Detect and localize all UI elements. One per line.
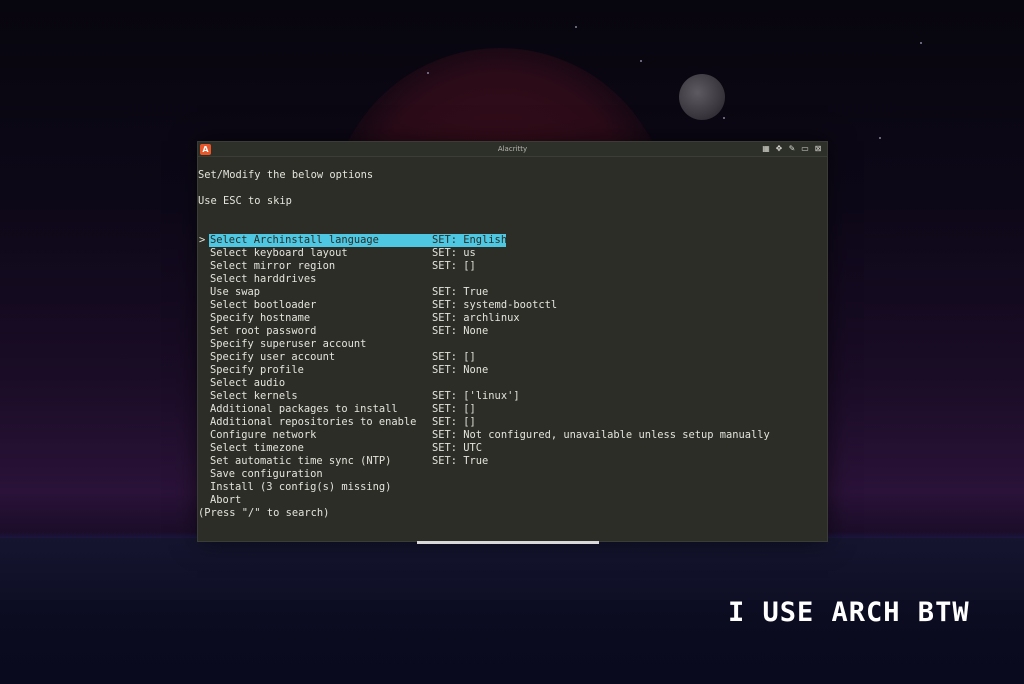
- menu-item[interactable]: Select bootloader SET: systemd-bootctl: [198, 299, 827, 312]
- menu-item[interactable]: Select keyboard layout SET: us: [198, 247, 827, 260]
- menu-item-value: SET: []: [432, 260, 476, 272]
- tile-icon[interactable]: ▦: [761, 144, 771, 154]
- menu-item[interactable]: > Select Archinstall language SET: English: [198, 234, 827, 247]
- menu-item-label: Set automatic time sync (NTP): [210, 455, 392, 467]
- menu-item-label: Select keyboard layout: [210, 247, 348, 259]
- menu-item-value: SET: us: [432, 247, 476, 259]
- menu-item-label: Configure network: [210, 429, 317, 441]
- star: [920, 42, 922, 44]
- star: [427, 72, 429, 74]
- menu-item-value: SET: None: [432, 364, 489, 376]
- menu-item-label: Abort: [210, 494, 242, 506]
- horizontal-scrollbar[interactable]: [417, 541, 599, 544]
- menu-item[interactable]: Abort: [198, 494, 827, 507]
- menu-item-value: SET: None: [432, 325, 489, 337]
- window-title: Alacritty: [497, 145, 528, 153]
- menu-item-label: Select bootloader: [210, 299, 317, 311]
- terminal-content[interactable]: Set/Modify the below options Use ESC to …: [198, 158, 827, 542]
- menu-item-value: SET: archlinux: [432, 312, 520, 324]
- star: [723, 117, 725, 119]
- menu-item[interactable]: Select timezone SET: UTC: [198, 442, 827, 455]
- selection-cursor: >: [199, 234, 206, 246]
- menu-item-value: SET: True: [432, 286, 489, 298]
- menu-item-value: SET: UTC: [432, 442, 483, 454]
- menu-item[interactable]: Specify profile SET: None: [198, 364, 827, 377]
- menu-item[interactable]: Specify superuser account: [198, 338, 827, 351]
- menu-item[interactable]: Additional packages to install SET: []: [198, 403, 827, 416]
- menu-item-label: Install (3 config(s) missing): [210, 481, 392, 493]
- menu-item[interactable]: Select harddrives: [198, 273, 827, 286]
- window-titlebar[interactable]: A Alacritty ▦ ✥ ✎ ▭ ⊠: [198, 142, 827, 157]
- menu-item-value: SET: []: [432, 403, 476, 415]
- menu-item-value: SET: []: [432, 351, 476, 363]
- menu-item-value: SET: English: [432, 234, 508, 246]
- menu-item-label: Select Archinstall language: [210, 234, 379, 246]
- menu-item[interactable]: Install (3 config(s) missing): [198, 481, 827, 494]
- menu-item-value: SET: ['linux']: [432, 390, 520, 402]
- menu-item-label: Specify profile: [210, 364, 304, 376]
- pin-icon[interactable]: ✎: [787, 144, 797, 154]
- star: [879, 137, 881, 139]
- menu-item-label: Use swap: [210, 286, 261, 298]
- menu-item[interactable]: Select mirror region SET: []: [198, 260, 827, 273]
- menu-item[interactable]: Configure network SET: Not configured, un…: [198, 429, 827, 442]
- menu-item-label: Additional packages to install: [210, 403, 398, 415]
- maximize-icon[interactable]: ▭: [800, 144, 810, 154]
- close-icon[interactable]: ⊠: [813, 144, 823, 154]
- menu-item[interactable]: Select audio: [198, 377, 827, 390]
- move-icon[interactable]: ✥: [774, 144, 784, 154]
- header-line: Set/Modify the below options: [198, 169, 374, 181]
- menu-item-value: SET: True: [432, 455, 489, 467]
- wallpaper-tagline: I USE ARCH BTW: [728, 597, 970, 628]
- menu-item-value: SET: Not configured, unavailable unless …: [432, 429, 770, 441]
- star: [575, 26, 577, 28]
- moon: [679, 74, 725, 120]
- menu-item-label: Specify superuser account: [210, 338, 367, 350]
- menu-item[interactable]: Use swap SET: True: [198, 286, 827, 299]
- menu-item[interactable]: Set automatic time sync (NTP) SET: True: [198, 455, 827, 468]
- menu-item[interactable]: Additional repositories to enable SET: []: [198, 416, 827, 429]
- terminal-window[interactable]: A Alacritty ▦ ✥ ✎ ▭ ⊠ Set/Modify the bel…: [197, 141, 828, 542]
- menu-item-label: Set root password: [210, 325, 317, 337]
- menu-item-label: Additional repositories to enable: [210, 416, 417, 428]
- search-hint: (Press "/" to search): [198, 507, 330, 519]
- header-line: Use ESC to skip: [198, 195, 292, 207]
- menu-item[interactable]: Save configuration: [198, 468, 827, 481]
- menu-item[interactable]: Set root password SET: None: [198, 325, 827, 338]
- window-controls: ▦ ✥ ✎ ▭ ⊠: [761, 144, 823, 154]
- menu-item-label: Specify user account: [210, 351, 336, 363]
- menu-item-value: SET: systemd-bootctl: [432, 299, 558, 311]
- menu-item-label: Save configuration: [210, 468, 323, 480]
- star: [640, 60, 642, 62]
- menu-item[interactable]: Specify user account SET: []: [198, 351, 827, 364]
- menu-item-value: SET: []: [432, 416, 476, 428]
- menu-item-label: Select mirror region: [210, 260, 336, 272]
- menu-item[interactable]: Specify hostname SET: archlinux: [198, 312, 827, 325]
- menu-item[interactable]: Select kernels SET: ['linux']: [198, 390, 827, 403]
- menu-item-label: Select timezone: [210, 442, 304, 454]
- menu-item-label: Select audio: [210, 377, 286, 389]
- menu-item-label: Select kernels: [210, 390, 298, 402]
- menu-item-label: Select harddrives: [210, 273, 317, 285]
- menu-item-label: Specify hostname: [210, 312, 311, 324]
